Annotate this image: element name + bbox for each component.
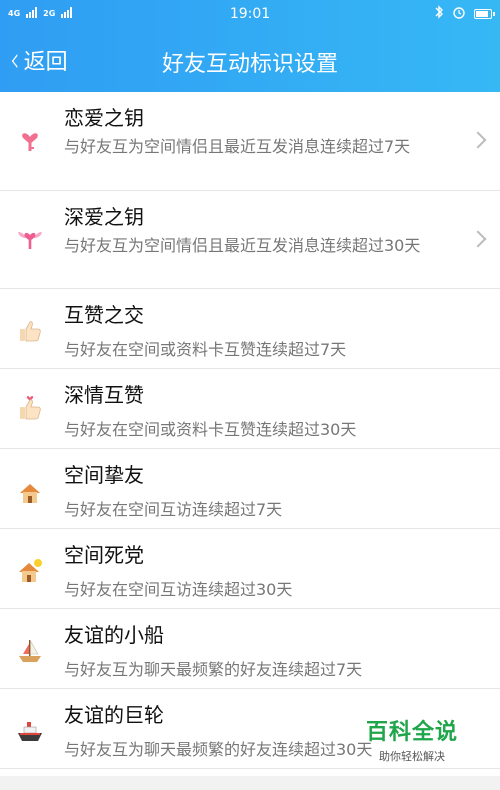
list-item-mutual-like[interactable]: 互赞之交 与好友在空间或资料卡互赞连续超过7天 bbox=[0, 289, 500, 369]
list-item-deep-love-key[interactable]: 深爱之钥 与好友互为空间情侣且最近互发消息连续超过30天 bbox=[0, 191, 500, 289]
status-bar: 4G 2G 19:01 bbox=[0, 0, 500, 28]
watermark-subtitle: 助你轻松解决 bbox=[379, 750, 445, 763]
thumbs-up-heart-icon bbox=[16, 393, 44, 421]
house-sun-icon bbox=[16, 557, 44, 585]
chevron-right-icon bbox=[469, 131, 487, 149]
bottom-divider bbox=[0, 776, 500, 790]
battery-icon bbox=[474, 9, 495, 19]
item-desc: 与好友互为聊天最频繁的好友连续超过7天 bbox=[64, 660, 363, 679]
chevron-right-icon bbox=[469, 230, 487, 248]
winged-key-icon bbox=[16, 225, 44, 253]
list-item-space-friend[interactable]: 空间挚友 与好友在空间互访连续超过7天 bbox=[0, 449, 500, 529]
item-name: 空间挚友 bbox=[64, 463, 144, 487]
alarm-icon bbox=[452, 5, 466, 23]
list-item-deep-mutual-like[interactable]: 深情互赞 与好友在空间或资料卡互赞连续超过30天 bbox=[0, 369, 500, 449]
item-name: 友谊的巨轮 bbox=[64, 703, 164, 727]
item-name: 恋爱之钥 bbox=[64, 106, 144, 130]
status-right bbox=[434, 5, 495, 23]
item-desc: 与好友互为空间情侣且最近互发消息连续超过30天 bbox=[64, 236, 421, 255]
bluetooth-icon bbox=[434, 5, 444, 23]
item-name: 互赞之交 bbox=[64, 303, 144, 327]
item-desc: 与好友互为空间情侣且最近互发消息连续超过7天 bbox=[64, 137, 411, 156]
ship-icon bbox=[16, 717, 44, 745]
house-icon bbox=[16, 479, 44, 507]
item-name: 深情互赞 bbox=[64, 383, 144, 407]
list-item-friendship-boat[interactable]: 友谊的小船 与好友互为聊天最频繁的好友连续超过7天 bbox=[0, 609, 500, 689]
status-time: 19:01 bbox=[229, 6, 271, 22]
page-title: 好友互动标识设置 bbox=[161, 52, 338, 77]
list-item-space-buddy[interactable]: 空间死党 与好友在空间互访连续超过30天 bbox=[0, 529, 500, 609]
badge-settings-list: 恋爱之钥 与好友互为空间情侣且最近互发消息连续超过7天 深爱之钥 与好友互为空间… bbox=[0, 92, 500, 769]
watermark-logo: 百科全说 助你轻松解决 bbox=[352, 714, 472, 764]
item-desc: 与好友在空间或资料卡互赞连续超过30天 bbox=[64, 420, 357, 439]
item-name: 友谊的小船 bbox=[64, 623, 164, 647]
watermark-title: 百科全说 bbox=[365, 720, 458, 745]
thumbs-up-icon bbox=[16, 317, 44, 345]
item-name: 深爱之钥 bbox=[64, 205, 144, 229]
sailboat-icon bbox=[16, 637, 44, 665]
item-desc: 与好友在空间互访连续超过7天 bbox=[64, 500, 283, 519]
key-heart-icon bbox=[16, 126, 44, 154]
item-desc: 与好友在空间或资料卡互赞连续超过7天 bbox=[64, 340, 347, 359]
list-item-love-key[interactable]: 恋爱之钥 与好友互为空间情侣且最近互发消息连续超过7天 bbox=[0, 92, 500, 191]
item-desc: 与好友在空间互访连续超过30天 bbox=[64, 580, 293, 599]
nav-bar: ‹ 返回 好友互动标识设置 bbox=[0, 28, 500, 92]
item-name: 空间死党 bbox=[64, 543, 144, 567]
